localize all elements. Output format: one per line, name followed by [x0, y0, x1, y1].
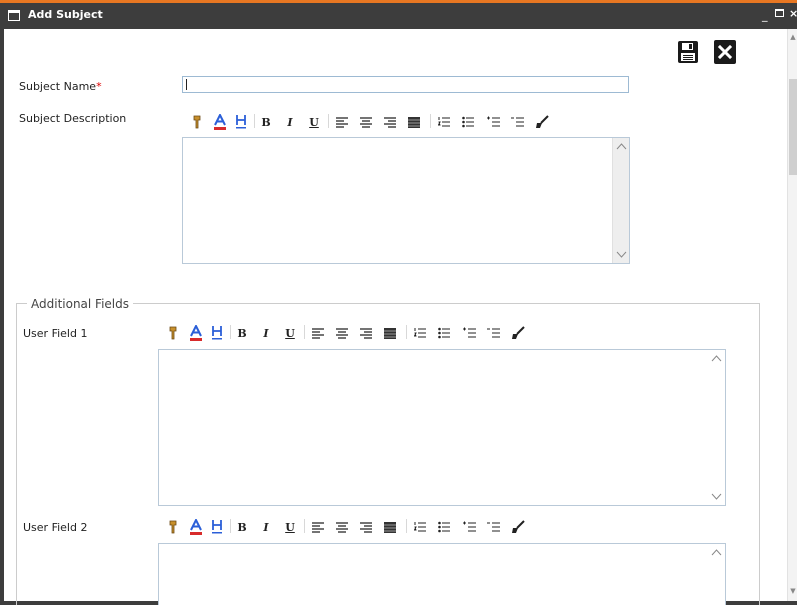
- toolbar-separator: [230, 519, 231, 533]
- scroll-down-icon[interactable]: [616, 251, 627, 259]
- bold-icon[interactable]: B: [235, 517, 249, 537]
- indent-icon[interactable]: [485, 112, 501, 132]
- subject-name-label: Subject Name*: [19, 80, 102, 93]
- user-field-1-toolbar: BIU: [166, 323, 606, 343]
- italic-icon[interactable]: I: [283, 112, 297, 132]
- underline-icon[interactable]: U: [307, 112, 321, 132]
- align-justify-icon[interactable]: [383, 517, 397, 537]
- bulleted-list-icon[interactable]: [437, 323, 451, 343]
- scrollbar-thumb[interactable]: [789, 79, 797, 175]
- scroll-down-arrow-icon[interactable]: ▼: [789, 587, 797, 595]
- outdent-icon[interactable]: [509, 112, 525, 132]
- toolbar-separator: [254, 114, 255, 128]
- subject-description-label: Subject Description: [19, 112, 127, 125]
- align-left-icon[interactable]: [311, 323, 325, 343]
- clear-format-icon[interactable]: [509, 517, 527, 537]
- paint-icon[interactable]: [190, 112, 204, 132]
- font-color-icon[interactable]: [212, 112, 228, 132]
- subject-name-input[interactable]: [182, 76, 629, 93]
- additional-fields-legend: Additional Fields: [27, 297, 134, 311]
- numbered-list-icon[interactable]: [413, 323, 427, 343]
- scroll-up-icon[interactable]: [616, 142, 627, 150]
- window-icon: [8, 10, 20, 21]
- highlight-icon[interactable]: [209, 323, 225, 343]
- description-toolbar: BIU: [190, 112, 630, 132]
- align-center-icon[interactable]: [359, 112, 373, 132]
- user-field-2-editor[interactable]: [158, 543, 726, 605]
- minimize-button[interactable]: _: [762, 9, 768, 22]
- underline-icon[interactable]: U: [283, 517, 297, 537]
- bulleted-list-icon[interactable]: [461, 112, 475, 132]
- outdent-icon[interactable]: [485, 323, 501, 343]
- window-title: Add Subject: [28, 8, 103, 21]
- outdent-icon[interactable]: [485, 517, 501, 537]
- bold-icon[interactable]: B: [235, 323, 249, 343]
- clear-format-icon[interactable]: [533, 112, 551, 132]
- align-right-icon[interactable]: [359, 517, 373, 537]
- editor-scrollbar[interactable]: [708, 350, 725, 505]
- window-scrollbar[interactable]: ▲ ▼: [787, 29, 797, 601]
- toolbar-separator: [304, 519, 305, 533]
- indent-icon[interactable]: [461, 517, 477, 537]
- floppy-disk-icon: [678, 41, 698, 63]
- italic-icon[interactable]: I: [259, 517, 273, 537]
- toolbar-separator: [406, 325, 407, 339]
- maximize-button[interactable]: [775, 9, 784, 17]
- paint-icon[interactable]: [166, 323, 180, 343]
- toolbar-separator: [304, 325, 305, 339]
- highlight-icon[interactable]: [233, 112, 249, 132]
- scroll-down-icon[interactable]: [711, 493, 722, 501]
- user-field-1-label: User Field 1: [23, 327, 88, 340]
- save-button[interactable]: [677, 40, 699, 64]
- align-right-icon[interactable]: [359, 323, 373, 343]
- x-box-icon: [717, 44, 733, 60]
- scroll-up-arrow-icon[interactable]: ▲: [789, 33, 797, 41]
- align-right-icon[interactable]: [383, 112, 397, 132]
- align-left-icon[interactable]: [335, 112, 349, 132]
- close-window-button[interactable]: ×: [789, 7, 797, 20]
- clear-format-icon[interactable]: [509, 323, 527, 343]
- editor-scrollbar[interactable]: [612, 138, 629, 263]
- underline-icon[interactable]: U: [283, 323, 297, 343]
- scroll-up-icon[interactable]: [711, 354, 722, 362]
- align-justify-icon[interactable]: [407, 112, 421, 132]
- editor-scrollbar[interactable]: [708, 544, 725, 605]
- toolbar-separator: [430, 114, 431, 128]
- bulleted-list-icon[interactable]: [437, 517, 451, 537]
- align-left-icon[interactable]: [311, 517, 325, 537]
- window-titlebar: Add Subject _ ×: [0, 3, 797, 29]
- font-color-icon[interactable]: [188, 323, 204, 343]
- numbered-list-icon[interactable]: [437, 112, 451, 132]
- indent-icon[interactable]: [461, 323, 477, 343]
- toolbar-separator: [328, 114, 329, 128]
- align-center-icon[interactable]: [335, 517, 349, 537]
- user-field-2-label: User Field 2: [23, 521, 88, 534]
- toolbar-separator: [230, 325, 231, 339]
- highlight-icon[interactable]: [209, 517, 225, 537]
- align-center-icon[interactable]: [335, 323, 349, 343]
- toolbar-separator: [406, 519, 407, 533]
- font-color-icon[interactable]: [188, 517, 204, 537]
- numbered-list-icon[interactable]: [413, 517, 427, 537]
- paint-icon[interactable]: [166, 517, 180, 537]
- subject-description-editor[interactable]: [182, 137, 630, 264]
- cancel-button[interactable]: [714, 40, 736, 64]
- scroll-up-icon[interactable]: [711, 548, 722, 556]
- bold-icon[interactable]: B: [259, 112, 273, 132]
- italic-icon[interactable]: I: [259, 323, 273, 343]
- user-field-2-toolbar: BIU: [166, 517, 606, 537]
- user-field-1-editor[interactable]: [158, 349, 726, 506]
- align-justify-icon[interactable]: [383, 323, 397, 343]
